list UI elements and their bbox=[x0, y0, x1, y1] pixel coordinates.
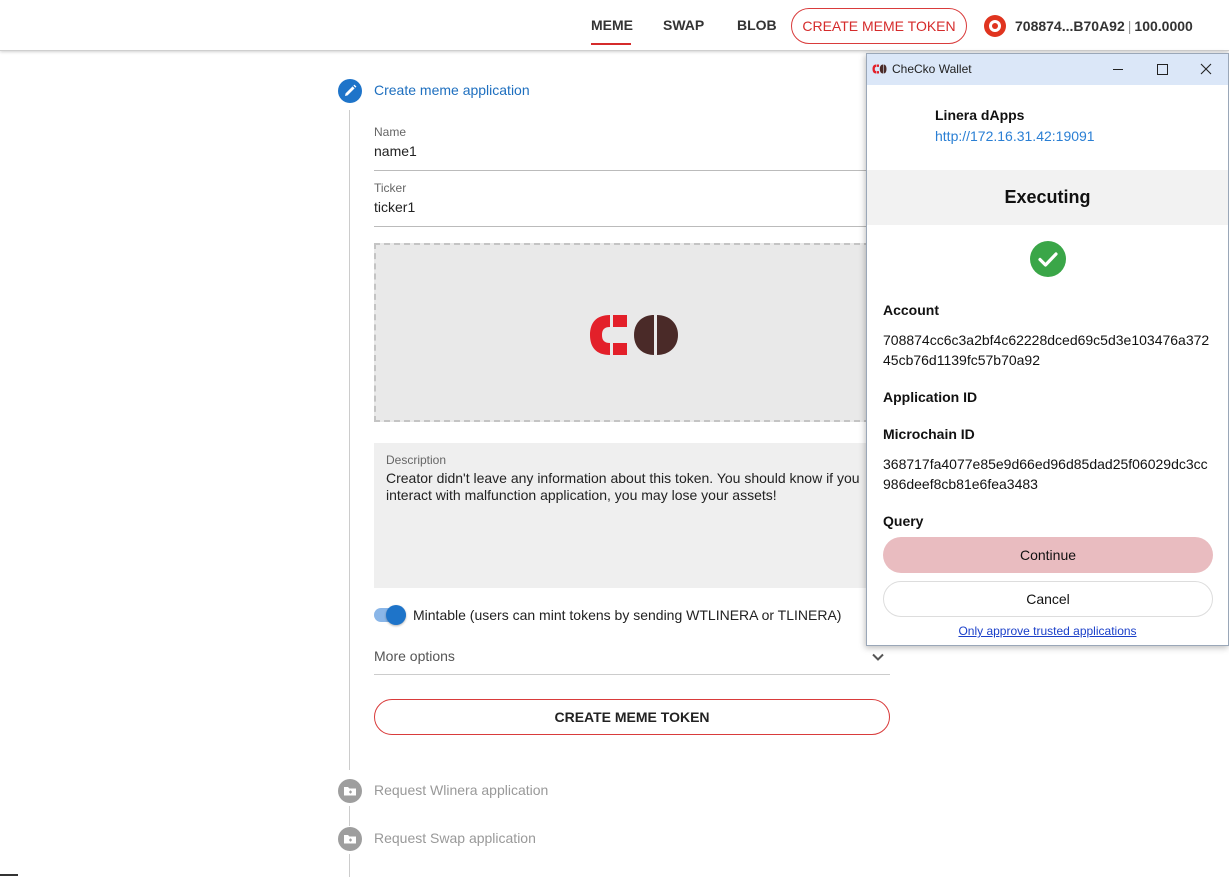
step-title-request-wlinera[interactable]: Request Wlinera application bbox=[374, 782, 548, 798]
close-icon[interactable] bbox=[1184, 54, 1228, 85]
wallet-title: CheCko Wallet bbox=[892, 62, 972, 76]
name-label: Name bbox=[374, 125, 407, 139]
more-options-expander[interactable]: More options bbox=[374, 648, 455, 664]
mintable-toggle[interactable] bbox=[386, 605, 406, 625]
logo-upload-area[interactable] bbox=[374, 243, 890, 422]
stepper-connector bbox=[349, 110, 350, 770]
application-id-label: Application ID bbox=[883, 389, 978, 405]
description-label: Description bbox=[386, 453, 447, 467]
account-balance: 100.0000 bbox=[1134, 18, 1193, 34]
account-label: Account bbox=[883, 302, 939, 318]
checko-logo-icon bbox=[872, 64, 887, 74]
wallet-titlebar[interactable]: CheCko Wallet bbox=[867, 54, 1228, 85]
checko-wallet-window: CheCko Wallet Linera dApps http://172.16… bbox=[866, 53, 1229, 646]
ticker-underline bbox=[374, 226, 890, 227]
dapp-name: Linera dApps bbox=[935, 107, 1025, 123]
step-title-create-meme[interactable]: Create meme application bbox=[374, 82, 530, 98]
status-banner: Executing bbox=[867, 170, 1228, 225]
microchain-id-label: Microchain ID bbox=[883, 426, 975, 442]
check-circle-icon bbox=[1030, 241, 1066, 277]
tab-swap[interactable]: SWAP bbox=[663, 0, 704, 51]
name-underline bbox=[374, 170, 890, 171]
create-meme-token-button[interactable]: CREATE MEME TOKEN bbox=[374, 699, 890, 735]
more-options-divider bbox=[374, 674, 890, 675]
checko-logo bbox=[590, 315, 678, 355]
minimize-icon[interactable] bbox=[1096, 54, 1140, 85]
mintable-label: Mintable (users can mint tokens by sendi… bbox=[413, 607, 842, 623]
tab-blob[interactable]: BLOB bbox=[737, 0, 777, 51]
account-value: 708874cc6c3a2bf4c62228dced69c5d3e103476a… bbox=[883, 332, 1210, 368]
ticker-input[interactable]: ticker1 bbox=[374, 199, 415, 215]
microchain-id-value: 368717fa4077e85e9d66ed96d85dad25f06029dc… bbox=[883, 456, 1208, 492]
chevron-down-icon[interactable] bbox=[871, 650, 885, 664]
stepper-connector bbox=[349, 854, 350, 877]
name-input[interactable]: name1 bbox=[374, 143, 417, 159]
step-title-request-swap[interactable]: Request Swap application bbox=[374, 830, 536, 846]
cancel-button[interactable]: Cancel bbox=[883, 581, 1213, 617]
trusted-applications-link[interactable]: Only approve trusted applications bbox=[867, 624, 1228, 638]
create-meme-token-header-button[interactable]: CREATE MEME TOKEN bbox=[791, 8, 967, 44]
window-corner-mark bbox=[0, 874, 18, 876]
maximize-icon[interactable] bbox=[1140, 54, 1184, 85]
account-icon[interactable] bbox=[984, 15, 1006, 37]
continue-button[interactable]: Continue bbox=[883, 537, 1213, 573]
account-summary[interactable]: 708874...B70A92 | 100.0000 bbox=[1015, 18, 1193, 34]
description-field[interactable]: Description Creator didn't leave any inf… bbox=[374, 443, 890, 588]
tab-meme[interactable]: MEME bbox=[591, 0, 633, 51]
separator: | bbox=[1127, 18, 1132, 34]
description-textarea[interactable]: Creator didn't leave any information abo… bbox=[386, 470, 886, 504]
ticker-label: Ticker bbox=[374, 181, 407, 195]
dapp-url-link[interactable]: http://172.16.31.42:19091 bbox=[935, 128, 1095, 144]
stepper-connector bbox=[349, 806, 350, 826]
status-text: Executing bbox=[1004, 187, 1091, 207]
query-label: Query bbox=[883, 513, 924, 529]
pencil-icon bbox=[338, 79, 362, 103]
folder-icon bbox=[338, 779, 362, 803]
account-address: 708874...B70A92 bbox=[1015, 18, 1125, 34]
top-app-bar: MEME SWAP BLOB CREATE MEME TOKEN 708874.… bbox=[0, 0, 1229, 51]
folder-icon bbox=[338, 827, 362, 851]
